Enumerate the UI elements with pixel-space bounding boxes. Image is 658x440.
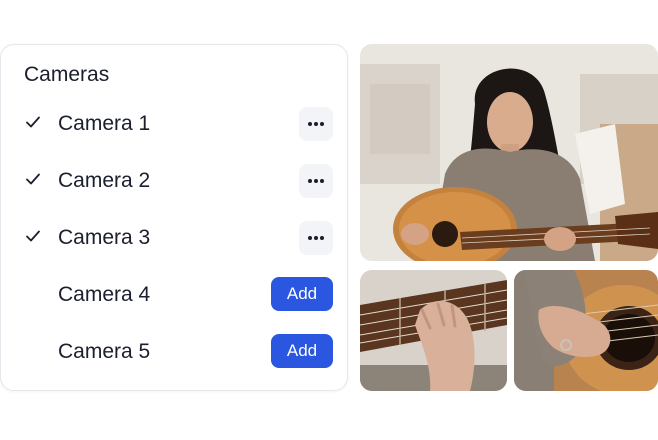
- camera-row-2[interactable]: Camera 2: [1, 158, 349, 202]
- more-options-button[interactable]: [299, 221, 333, 255]
- camera-row-5[interactable]: Camera 5 Add: [1, 329, 349, 373]
- add-camera-button[interactable]: Add: [271, 277, 333, 311]
- more-horizontal-icon: [308, 179, 324, 183]
- check-icon: [26, 116, 40, 128]
- camera-label: Camera 5: [58, 340, 151, 363]
- add-camera-button[interactable]: Add: [271, 334, 333, 368]
- fretboard-image: [360, 270, 507, 391]
- more-horizontal-icon: [308, 236, 324, 240]
- check-icon: [26, 173, 40, 185]
- camera-label: Camera 1: [58, 112, 151, 135]
- panel-title: Cameras: [24, 63, 110, 86]
- camera-label: Camera 4: [58, 283, 151, 306]
- guitar-player-image: [360, 44, 658, 261]
- check-icon: [26, 230, 40, 242]
- cameras-panel: Cameras Camera 1 Camera 2 Camera 3 Camer…: [0, 44, 348, 391]
- strumming-image: [514, 270, 658, 391]
- camera-feed-2[interactable]: [360, 270, 507, 391]
- camera-feed-3[interactable]: [514, 270, 658, 391]
- more-options-button[interactable]: [299, 164, 333, 198]
- more-options-button[interactable]: [299, 107, 333, 141]
- camera-row-3[interactable]: Camera 3: [1, 215, 349, 259]
- more-horizontal-icon: [308, 122, 324, 126]
- camera-feed-1[interactable]: [360, 44, 658, 261]
- camera-label: Camera 3: [58, 226, 151, 249]
- camera-row-4[interactable]: Camera 4 Add: [1, 272, 349, 316]
- camera-row-1[interactable]: Camera 1: [1, 101, 349, 145]
- camera-label: Camera 2: [58, 169, 151, 192]
